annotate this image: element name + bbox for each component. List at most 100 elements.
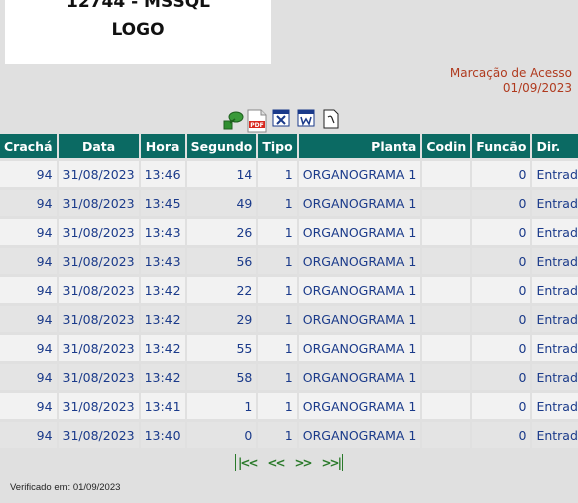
table-row[interactable]: 94 31/08/2023 13:42 22 1 ORGANOGRAMA 1 0 Entrad…: [0, 277, 578, 303]
table-row[interactable]: 94 31/08/2023 13:43 56 1 ORGANOGRAMA 1 0 Entrad…: [0, 248, 578, 274]
cell-cracha: 94: [0, 364, 57, 390]
export-green-icon[interactable]: [222, 109, 244, 130]
cell-cracha: 94: [0, 161, 57, 187]
svg-text:PDF: PDF: [250, 122, 263, 129]
cell-data: 31/08/2023: [58, 161, 139, 187]
verified-footer: Verificado em: 01/09/2023: [10, 482, 121, 493]
prev-page-button[interactable]: <<: [267, 456, 285, 470]
cell-segundo: 1: [186, 393, 257, 419]
report-title: Marcação de Acesso: [449, 66, 572, 80]
cell-dir: Entrada: [532, 335, 578, 361]
cell-funcao: 0: [472, 393, 531, 419]
export-toolbar: PDF: [222, 103, 340, 133]
cell-planta: ORGANOGRAMA 1: [298, 306, 421, 332]
col-codin[interactable]: Codin: [422, 134, 471, 158]
cell-funcao: 0: [472, 277, 531, 303]
cell-codin: [422, 364, 471, 390]
cell-funcao: 0: [472, 190, 531, 216]
cell-funcao: 0: [472, 219, 531, 245]
col-tipo[interactable]: Tipo: [258, 134, 297, 158]
cell-data: 31/08/2023: [58, 190, 139, 216]
cell-cracha: 94: [0, 422, 57, 448]
cell-codin: [422, 277, 471, 303]
cell-cracha: 94: [0, 248, 57, 274]
report-date: 01/09/2023: [502, 81, 572, 95]
cell-segundo: 22: [186, 277, 257, 303]
cell-cracha: 94: [0, 393, 57, 419]
col-planta[interactable]: Planta: [298, 134, 421, 158]
cell-tipo: 1: [258, 306, 297, 332]
logo-line-2: LOGO: [111, 20, 165, 40]
cell-dir: Entrada: [532, 364, 578, 390]
excel-icon[interactable]: [272, 109, 290, 129]
pagination: |<< << >> >>|: [235, 454, 343, 471]
cell-planta: ORGANOGRAMA 1: [298, 393, 421, 419]
cell-dir: Entrada: [532, 190, 578, 216]
table-row[interactable]: 9431/08/202313:4001ORGANOGRAMA 10Entrada: [0, 422, 578, 448]
cell-segundo: 58: [186, 364, 257, 390]
cell-tipo: 1: [258, 335, 297, 361]
cell-tipo: 1: [258, 190, 297, 216]
text-file-icon[interactable]: [322, 109, 340, 129]
table-row[interactable]: 9431/08/202313:4111ORGANOGRAMA 10Entrada: [0, 393, 578, 419]
cell-cracha: 94: [0, 306, 57, 332]
cell-data: 31/08/2023: [58, 219, 139, 245]
cell-data: 31/08/2023: [58, 335, 139, 361]
cell-codin: [422, 393, 471, 419]
cell-hora: 13:43: [140, 248, 185, 274]
cell-cracha: 94: [0, 335, 57, 361]
cell-hora: 13:43: [140, 219, 185, 245]
cell-planta: ORGANOGRAMA 1: [298, 190, 421, 216]
pdf-icon[interactable]: PDF: [247, 109, 267, 133]
col-funcao[interactable]: Funcão: [472, 134, 531, 158]
table-header-row: Crachá Data Hora Segundo Tipo Planta Cod…: [0, 134, 578, 158]
cell-dir: Entrada: [532, 422, 578, 448]
cell-data: 31/08/2023: [58, 248, 139, 274]
word-icon[interactable]: [297, 109, 315, 129]
table-row[interactable]: 94 31/08/2023 13:43 26 1 ORGANOGRAMA 1 0 Entrad…: [0, 219, 578, 245]
cell-planta: ORGANOGRAMA 1: [298, 335, 421, 361]
table-row[interactable]: 94 31/08/2023 13:46 14 1 ORGANOGRAMA 1 0 Entrad…: [0, 161, 578, 187]
cell-cracha: 94: [0, 277, 57, 303]
col-cracha[interactable]: Crachá: [0, 134, 57, 158]
cell-cracha: 94: [0, 190, 57, 216]
cell-planta: ORGANOGRAMA 1: [298, 161, 421, 187]
next-page-button[interactable]: >>: [294, 456, 312, 470]
cell-hora: 13:42: [140, 335, 185, 361]
cell-data: 31/08/2023: [58, 306, 139, 332]
table-row[interactable]: 94 31/08/2023 13:45 49 1 ORGANOGRAMA 1 0 Entrad…: [0, 190, 578, 216]
cell-cracha: 94: [0, 219, 57, 245]
cell-hora: 13:42: [140, 277, 185, 303]
table-row[interactable]: 94 31/08/2023 13:42 58 1 ORGANOGRAMA 1 0 Entrad…: [0, 364, 578, 390]
cell-tipo: 1: [258, 248, 297, 274]
cell-data: 31/08/2023: [58, 422, 139, 448]
cell-codin: [422, 248, 471, 274]
cell-tipo: 1: [258, 219, 297, 245]
last-page-button[interactable]: >>|: [321, 456, 341, 470]
cell-codin: [422, 422, 471, 448]
col-segundo[interactable]: Segundo: [186, 134, 257, 158]
cell-dir: Entrada: [532, 393, 578, 419]
col-data[interactable]: Data: [58, 134, 139, 158]
cell-data: 31/08/2023: [58, 277, 139, 303]
cell-tipo: 1: [258, 277, 297, 303]
cell-dir: Entrada: [532, 219, 578, 245]
table-row[interactable]: 94 31/08/2023 13:42 55 1 ORGANOGRAMA 1 0 Entrad…: [0, 335, 578, 361]
cell-data: 31/08/2023: [58, 393, 139, 419]
cell-funcao: 0: [472, 335, 531, 361]
cell-funcao: 0: [472, 364, 531, 390]
cell-tipo: 1: [258, 393, 297, 419]
cell-hora: 13:42: [140, 306, 185, 332]
cell-planta: ORGANOGRAMA 1: [298, 248, 421, 274]
table-row[interactable]: 94 31/08/2023 13:42 29 1 ORGANOGRAMA 1 0 Entrad…: [0, 306, 578, 332]
cell-hora: 13:42: [140, 364, 185, 390]
cell-codin: [422, 219, 471, 245]
cell-planta: ORGANOGRAMA 1: [298, 364, 421, 390]
col-hora[interactable]: Hora: [140, 134, 185, 158]
col-dir[interactable]: Dir.: [532, 134, 578, 158]
cell-funcao: 0: [472, 422, 531, 448]
cell-segundo: 55: [186, 335, 257, 361]
cell-dir: Entrada: [532, 306, 578, 332]
first-page-button[interactable]: |<<: [238, 456, 258, 470]
cell-dir: Entrada: [532, 277, 578, 303]
